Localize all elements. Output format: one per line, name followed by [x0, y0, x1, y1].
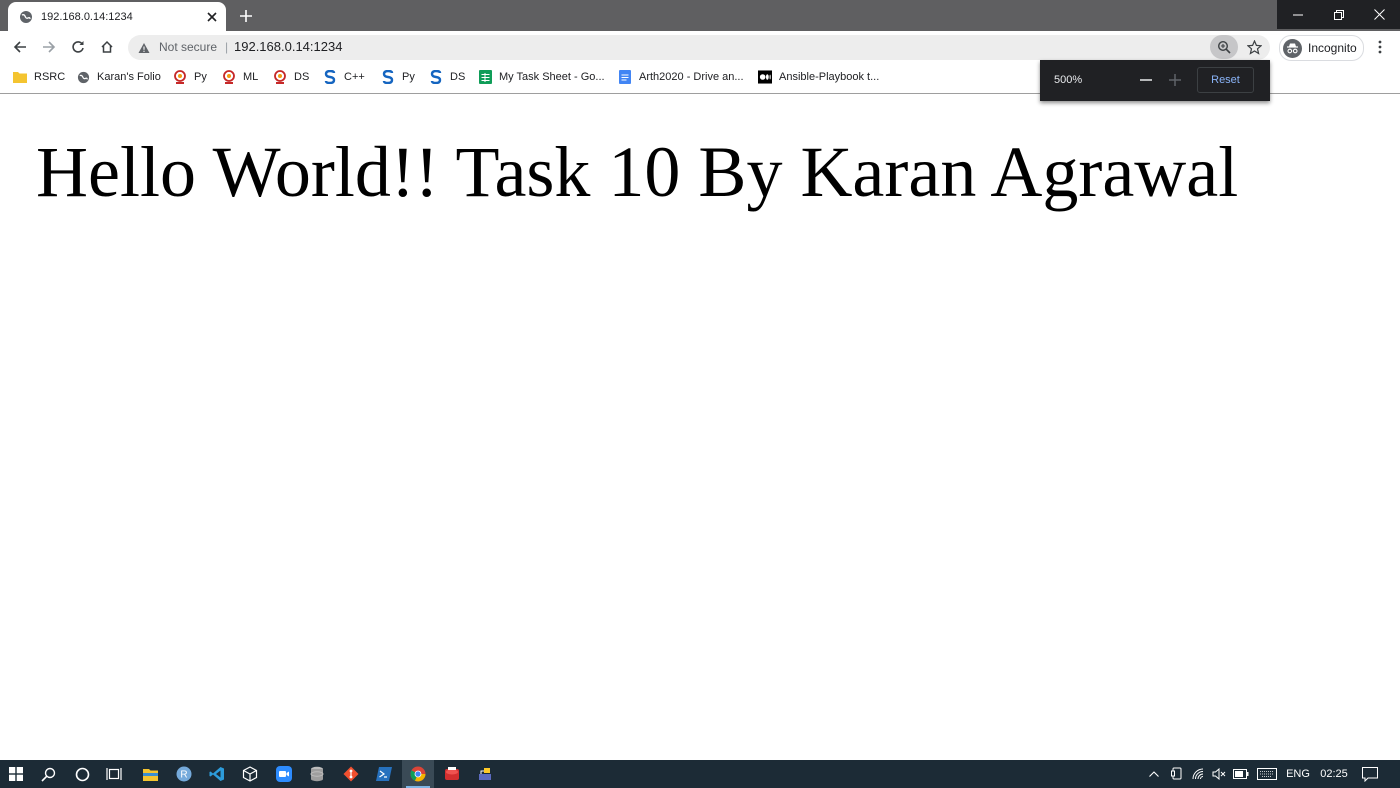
zoom-level: 500% [1054, 74, 1083, 86]
virtualbox-icon[interactable] [234, 760, 266, 788]
zoom-popup: 500% Reset [1040, 60, 1270, 101]
forward-arrow-icon[interactable] [37, 35, 61, 59]
battery-icon[interactable] [1232, 760, 1250, 788]
reset-zoom-button[interactable]: Reset [1197, 67, 1254, 93]
bookmark-ml[interactable]: ML [222, 69, 258, 85]
search-icon[interactable] [32, 760, 64, 788]
s-logo-icon [381, 70, 395, 84]
task-view-icon[interactable] [98, 760, 130, 788]
close-window-icon[interactable] [1359, 0, 1400, 29]
svg-text:R: R [180, 770, 187, 781]
reload-icon[interactable] [66, 35, 90, 59]
show-hidden-icons-icon[interactable] [1146, 760, 1162, 788]
globe-icon [19, 10, 33, 24]
url-text[interactable]: 192.168.0.14:1234 [234, 39, 342, 54]
bookmark-arth2020[interactable]: Arth2020 - Drive an... [618, 69, 744, 85]
bookmark-label: Karan's Folio [97, 71, 161, 83]
minimize-icon[interactable] [1277, 0, 1318, 29]
docs-icon [618, 70, 632, 84]
new-tab-icon[interactable] [236, 6, 256, 26]
red-app-icon[interactable] [436, 760, 468, 788]
network-app-icon[interactable] [469, 760, 501, 788]
url-separator: | [225, 40, 229, 54]
incognito-profile-button[interactable]: Incognito [1279, 35, 1364, 61]
bookmark-label: DS [294, 71, 310, 83]
database-icon[interactable] [301, 760, 333, 788]
bookmark-label: My Task Sheet - Go... [499, 71, 605, 83]
tab-strip: 192.168.0.14:1234 [0, 0, 1400, 31]
bookmark-label: RSRC [34, 71, 66, 83]
zoom-app-icon[interactable] [268, 760, 300, 788]
clock[interactable]: 02:25 [1318, 760, 1350, 788]
site-icon [273, 70, 287, 84]
taskbar: R ENG 02:25 [0, 760, 1400, 788]
notifications-icon[interactable] [1356, 760, 1384, 788]
bookmark-ds-2[interactable]: DS [429, 69, 465, 85]
incognito-icon [1283, 38, 1302, 58]
zoom-icon[interactable] [1210, 35, 1238, 59]
volume-muted-icon[interactable] [1210, 760, 1228, 788]
bookmark-karans-folio[interactable]: Karan's Folio [76, 69, 161, 85]
language-indicator[interactable]: ENG [1284, 760, 1312, 788]
bookmark-cpp[interactable]: C++ [323, 69, 365, 85]
vscode-icon[interactable] [201, 760, 233, 788]
bookmark-ds[interactable]: DS [273, 69, 309, 85]
bookmark-label: DS [450, 71, 466, 83]
chrome-icon[interactable] [402, 760, 434, 788]
s-logo-icon [323, 70, 337, 84]
cortana-icon[interactable] [66, 760, 98, 788]
close-tab-icon[interactable] [202, 7, 222, 27]
bookmark-label: Py [402, 71, 415, 83]
browser-toolbar: Not secure | 192.168.0.14:1234 [0, 31, 1400, 62]
powershell-icon[interactable] [368, 760, 400, 788]
bookmark-label: C++ [344, 71, 365, 83]
bookmark-label: Ansible-Playbook t... [779, 71, 880, 83]
zoom-out-icon[interactable] [1137, 71, 1155, 89]
globe-icon [76, 70, 90, 84]
bookmark-label: Py [194, 71, 207, 83]
folder-icon [13, 70, 27, 84]
site-icon [222, 70, 236, 84]
bookmark-py-2[interactable]: Py [381, 69, 415, 85]
bookmark-rsrc[interactable]: RSRC [13, 69, 65, 85]
zoom-in-icon[interactable] [1166, 71, 1184, 89]
window-controls [1277, 0, 1400, 29]
address-bar[interactable]: Not secure | 192.168.0.14:1234 [128, 35, 1270, 60]
wifi-icon[interactable] [1190, 760, 1208, 788]
bookmark-task-sheet[interactable]: My Task Sheet - Go... [478, 69, 605, 85]
bookmark-ansible-playbook[interactable]: Ansible-Playbook t... [758, 69, 879, 85]
back-arrow-icon[interactable] [8, 35, 32, 59]
device-icon[interactable] [1168, 760, 1186, 788]
security-label[interactable]: Not secure [159, 40, 217, 54]
incognito-label: Incognito [1308, 41, 1357, 55]
warning-icon[interactable] [138, 41, 150, 53]
r-studio-icon[interactable]: R [168, 760, 200, 788]
bookmark-label: ML [243, 71, 259, 83]
windows-start-icon[interactable] [0, 760, 32, 788]
tab-title: 192.168.0.14:1234 [41, 10, 133, 23]
medium-icon [758, 70, 772, 84]
restore-icon[interactable] [1318, 0, 1359, 29]
home-icon[interactable] [95, 35, 119, 59]
sheets-icon [478, 70, 492, 84]
site-icon [173, 70, 187, 84]
browser-tab[interactable]: 192.168.0.14:1234 [8, 2, 226, 31]
keyboard-icon[interactable] [1255, 760, 1279, 788]
git-icon[interactable] [335, 760, 367, 788]
menu-kebab-icon[interactable] [1372, 37, 1388, 57]
page-heading: Hello World!! Task 10 By Karan Agrawal [36, 132, 1239, 212]
bookmark-py[interactable]: Py [173, 69, 207, 85]
file-explorer-icon[interactable] [134, 760, 166, 788]
bookmark-star-icon[interactable] [1242, 35, 1266, 59]
s-logo-icon [429, 70, 443, 84]
bookmark-label: Arth2020 - Drive an... [639, 71, 744, 83]
